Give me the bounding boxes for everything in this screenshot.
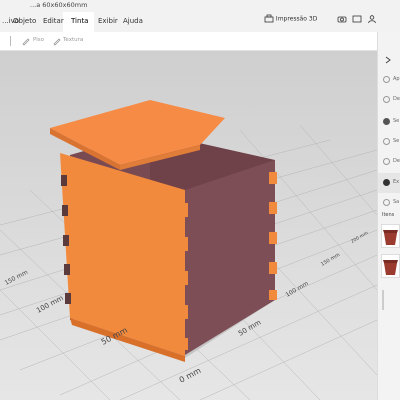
user-icon bbox=[368, 15, 376, 24]
radio-selected-icon bbox=[383, 118, 390, 125]
items-heading: Itens bbox=[382, 212, 395, 218]
menu-item-exibir[interactable]: Exibir bbox=[98, 17, 118, 25]
panel-option-3[interactable]: Se bbox=[378, 112, 400, 132]
paint-label: Piso bbox=[33, 37, 44, 43]
item-thumbnail-2[interactable] bbox=[381, 254, 400, 278]
user-button[interactable] bbox=[367, 14, 377, 30]
panel-option-7[interactable]: Sa bbox=[378, 193, 400, 213]
radio-icon bbox=[383, 96, 390, 103]
print3d-label: Impressão 3D bbox=[275, 15, 318, 23]
chevron-right-icon[interactable] bbox=[384, 56, 392, 64]
brush-icon bbox=[22, 38, 30, 46]
panel-option-1[interactable]: Ap bbox=[378, 70, 400, 90]
texture-icon bbox=[53, 38, 61, 46]
print3d-icon bbox=[264, 14, 274, 23]
radio-selected-icon bbox=[383, 179, 390, 186]
menu-item-ajuda[interactable]: Ajuda bbox=[123, 17, 143, 25]
radio-icon bbox=[383, 199, 390, 206]
print3d-button[interactable]: Impressão 3D bbox=[264, 14, 317, 30]
radio-icon bbox=[383, 76, 390, 83]
texture-label: Textura bbox=[63, 37, 84, 43]
panel-option-4[interactable]: Se bbox=[378, 132, 400, 152]
panel-option-6[interactable]: Ex bbox=[378, 173, 400, 193]
tool-bar: Piso Textura bbox=[0, 32, 377, 51]
radio-icon bbox=[383, 158, 390, 165]
item-thumbnail-1[interactable] bbox=[381, 224, 400, 248]
panel-option-2[interactable]: De bbox=[378, 90, 400, 110]
right-panel: Ap De Se Se De Ex Sa Itens bbox=[377, 32, 400, 400]
radio-icon bbox=[383, 138, 390, 145]
title-bar: ...a 60x60x60mm bbox=[0, 0, 400, 12]
snapshot-button[interactable] bbox=[337, 14, 347, 30]
panel-option-label: Ap bbox=[393, 76, 400, 82]
box-thumbnail-icon bbox=[383, 230, 398, 245]
panel-option-label: De bbox=[393, 96, 400, 102]
panel-option-5[interactable]: De bbox=[378, 152, 400, 172]
menu-item-editar[interactable]: Editar bbox=[43, 17, 64, 25]
panel-option-label: Se bbox=[393, 118, 400, 124]
panel-option-label: Sa bbox=[393, 199, 400, 205]
panel-divider bbox=[382, 290, 384, 310]
scene-canvas: 0 mm 50 mm 100 mm 150 mm 50 mm 100 mm 15… bbox=[0, 51, 377, 400]
menu-item-tinta[interactable]: Tinta bbox=[71, 17, 88, 25]
panel-option-label: Ex bbox=[393, 179, 400, 185]
menu-item-objeto[interactable]: Objeto bbox=[13, 17, 36, 25]
share-button[interactable] bbox=[352, 14, 362, 30]
panel-option-label: De bbox=[393, 158, 400, 164]
panel-option-label: Se bbox=[393, 138, 400, 144]
viewport-3d[interactable]: 0 mm 50 mm 100 mm 150 mm 50 mm 100 mm 15… bbox=[0, 51, 377, 400]
box-thumbnail-icon bbox=[383, 260, 398, 275]
share-icon bbox=[352, 15, 362, 23]
camera-icon bbox=[337, 16, 347, 23]
toolbar-divider bbox=[10, 36, 11, 46]
window-title: ...a 60x60x60mm bbox=[30, 1, 88, 9]
